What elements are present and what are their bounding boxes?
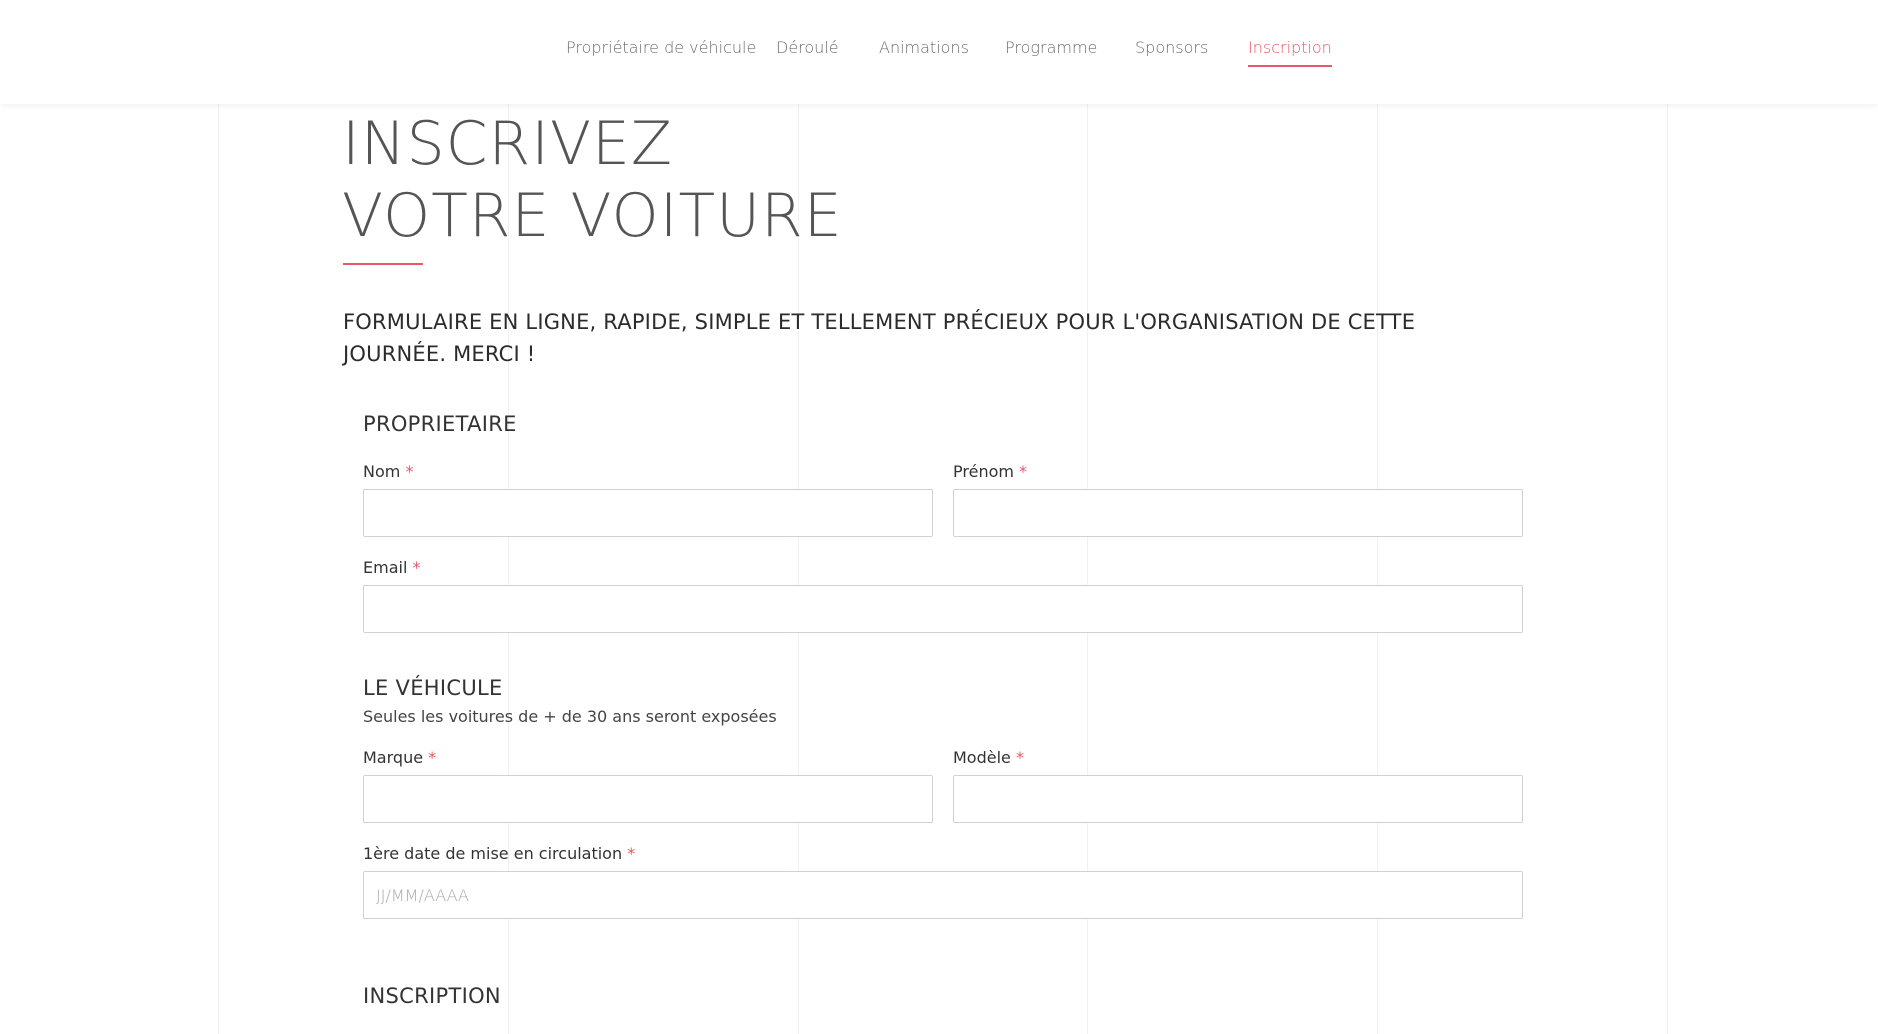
required-mark: *: [405, 462, 414, 481]
nav-item-inscription[interactable]: Inscription: [1248, 38, 1332, 67]
modele-label: Modèle *: [953, 748, 1024, 767]
section-title-owner: PROPRIETAIRE: [363, 412, 517, 436]
date-circulation-input[interactable]: [363, 871, 1523, 919]
section-title-vehicle: LE VÉHICULE: [363, 676, 503, 700]
required-mark: *: [627, 844, 636, 863]
required-mark: *: [1019, 462, 1028, 481]
date-label-text: 1ère date de mise en circulation: [363, 844, 623, 863]
vehicle-subtitle: Seules les voitures de + de 30 ans seron…: [363, 707, 777, 726]
page-title-line-1: INSCRIVEZ: [342, 109, 674, 179]
marque-label: Marque *: [363, 748, 436, 767]
page-title-line-2: VOTRE VOITURE: [342, 181, 843, 251]
title-underline: [343, 263, 423, 265]
date-label: 1ère date de mise en circulation *: [363, 844, 635, 863]
page-title: INSCRIVEZ VOTRE VOITURE: [342, 108, 843, 252]
required-mark: *: [428, 748, 437, 767]
site-header: Propriétaire de véhicule Déroulé Animati…: [0, 0, 1878, 104]
nom-label: Nom *: [363, 462, 413, 481]
modele-label-text: Modèle: [953, 748, 1011, 767]
required-mark: *: [1015, 748, 1024, 767]
main-nav: Propriétaire de véhicule Déroulé Animati…: [0, 0, 1878, 104]
prenom-label: Prénom *: [953, 462, 1027, 481]
required-mark: *: [412, 558, 421, 577]
nav-item-programme[interactable]: Programme: [1005, 38, 1097, 65]
nom-input[interactable]: [363, 489, 933, 537]
intro-text: FORMULAIRE EN LIGNE, RAPIDE, SIMPLE ET T…: [343, 310, 1416, 366]
email-input[interactable]: [363, 585, 1523, 633]
email-label: Email *: [363, 558, 420, 577]
marque-label-text: Marque: [363, 748, 424, 767]
modele-input[interactable]: [953, 775, 1523, 823]
email-label-text: Email: [363, 558, 408, 577]
registration-content: INSCRIVEZ VOTRE VOITURE FORMULAIRE EN LI…: [0, 104, 1878, 1034]
prenom-label-text: Prénom: [953, 462, 1014, 481]
nav-item-animations[interactable]: Animations: [879, 38, 969, 65]
nav-item-proprietaire[interactable]: Propriétaire de véhicule: [566, 38, 756, 65]
marque-input[interactable]: [363, 775, 933, 823]
section-title-inscription: INSCRIPTION: [363, 984, 501, 1008]
prenom-input[interactable]: [953, 489, 1523, 537]
nom-label-text: Nom: [363, 462, 401, 481]
nav-item-deroule[interactable]: Déroulé: [776, 38, 839, 65]
nav-item-sponsors[interactable]: Sponsors: [1135, 38, 1208, 65]
